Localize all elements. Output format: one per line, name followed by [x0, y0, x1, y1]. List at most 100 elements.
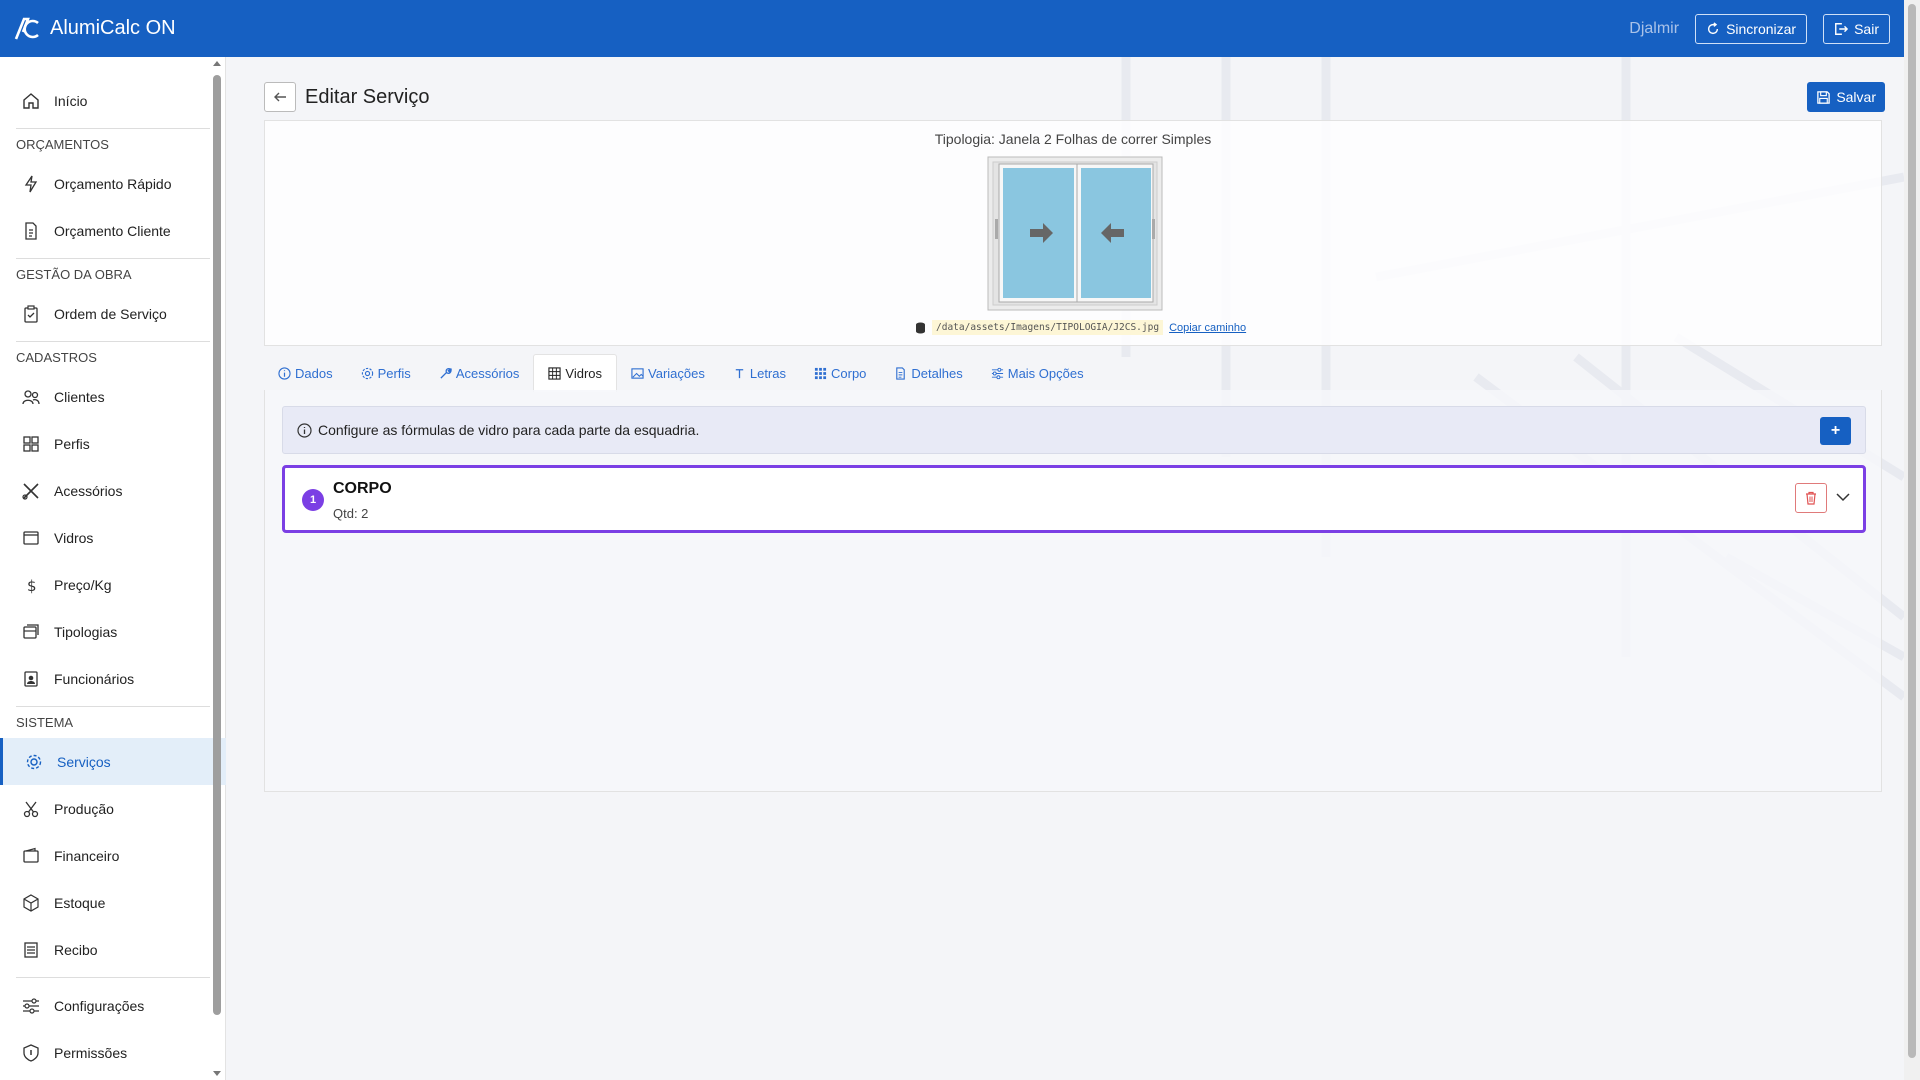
tab-vidros[interactable]: Vidros [533, 354, 618, 392]
sidebar-scrollbar-thumb[interactable] [213, 75, 221, 1015]
sidebar-section-gestao: GESTÃO DA OBRA [16, 258, 210, 290]
save-button[interactable]: Salvar [1807, 82, 1885, 112]
tab-detalhes[interactable]: Detalhes [880, 354, 976, 392]
receipt-icon [24, 941, 38, 958]
sidebar-item-inicio[interactable]: Início [16, 77, 210, 124]
sidebar-item-recibo[interactable]: Recibo [16, 926, 210, 973]
info-icon [297, 422, 312, 438]
users-icon [22, 389, 40, 404]
sliding-window-image [987, 156, 1163, 311]
brand[interactable]: AlumiCalc ON [14, 16, 176, 42]
dollar-icon: $ [27, 577, 37, 594]
refresh-icon [1708, 21, 1719, 34]
chevron-down-icon [1836, 493, 1850, 502]
tab-acessorios[interactable]: Acessórios [425, 354, 534, 392]
arrow-left-icon [274, 92, 286, 102]
sidebar-section-orcamentos: ORÇAMENTOS [16, 128, 210, 160]
text-icon [735, 368, 744, 378]
app-title: AlumiCalc ON [50, 17, 176, 39]
expand-item-button[interactable] [1833, 487, 1853, 507]
alumicalc-logo-icon [14, 17, 39, 39]
sync-button[interactable]: Sincronizar [1695, 13, 1808, 44]
sliders-icon [991, 367, 1003, 379]
layers-icon [23, 623, 39, 639]
logout-button[interactable]: Sair [1823, 13, 1890, 44]
sidebar-item-perfis[interactable]: Perfis [16, 420, 210, 467]
sidebar-item-orcamento-rapido[interactable]: Orçamento Rápido [16, 160, 210, 207]
sidebar-divider [16, 977, 210, 978]
tab-mais-opcoes[interactable]: Mais Opções [977, 354, 1098, 392]
gear-icon [26, 754, 42, 769]
database-icon [916, 322, 925, 333]
sidebar-item-funcionarios[interactable]: Funcionários [16, 655, 210, 702]
page-scrollbar-thumb[interactable] [1908, 4, 1916, 1058]
document-icon [896, 366, 906, 380]
home-icon [23, 92, 39, 109]
grid-icon [548, 367, 562, 380]
box-icon [23, 893, 39, 912]
tab-perfis[interactable]: Perfis [347, 354, 425, 392]
scroll-down-arrow-icon[interactable] [213, 1071, 221, 1076]
sidebar-section-sistema: SISTEMA [16, 706, 210, 738]
item-title: CORPO [333, 480, 392, 497]
page-header: Editar Serviço [264, 82, 430, 112]
sidebar-item-vidros[interactable]: Vidros [16, 514, 210, 561]
sidebar-section-cadastros: CADASTROS [16, 341, 210, 373]
back-button[interactable] [264, 82, 296, 112]
floppy-disk-icon [1817, 90, 1831, 104]
image-path-row: /data/assets/Imagens/TIPOLOGIA/J2CS.jpg … [915, 320, 1246, 335]
tab-letras[interactable]: Letras [719, 354, 800, 392]
sidebar-item-estoque[interactable]: Estoque [16, 879, 210, 926]
shield-icon [23, 1043, 39, 1062]
main-content: Editar Serviço Salvar Tipologia: Janela … [226, 57, 1904, 1080]
item-index-badge: 1 [302, 489, 324, 511]
page-title: Editar Serviço [305, 85, 430, 108]
sliders-icon [23, 997, 39, 1014]
sidebar: Início ORÇAMENTOS Orçamento Rápido Orçam… [0, 57, 226, 1080]
trash-icon [1806, 491, 1816, 505]
lightning-icon [24, 175, 38, 192]
document-dollar-icon [25, 221, 37, 240]
scroll-up-arrow-icon[interactable] [213, 61, 221, 66]
clipboard-check-icon [24, 304, 38, 323]
sidebar-item-clientes[interactable]: Clientes [16, 373, 210, 420]
tools-icon [22, 482, 39, 500]
tab-corpo[interactable]: Corpo [800, 354, 880, 392]
tipologia-preview: Tipologia: Janela 2 Folhas de correr Sim… [264, 120, 1882, 346]
sidebar-scrollbar[interactable] [211, 57, 223, 1080]
page-scrollbar[interactable] [1904, 0, 1920, 1080]
sidebar-item-preco-kg[interactable]: $ Preço/Kg [16, 561, 210, 608]
grid-blocks-icon [23, 435, 39, 452]
sidebar-item-acessorios[interactable]: Acessórios [16, 467, 210, 514]
user-name: Djalmir [1629, 19, 1680, 37]
badge-person-icon [24, 670, 38, 687]
window-icon [23, 530, 39, 545]
sidebar-item-producao[interactable]: Produção [16, 785, 210, 832]
sidebar-item-ordem-servico[interactable]: Ordem de Serviço [16, 290, 210, 337]
vidro-item-card[interactable]: 1 CORPO Qtd: 2 [282, 465, 1866, 533]
delete-item-button[interactable] [1795, 483, 1827, 513]
logout-icon [1835, 22, 1849, 35]
top-bar: AlumiCalc ON Djalmir Sincronizar Sair [0, 0, 1904, 57]
wrench-icon [440, 367, 452, 379]
sidebar-item-permissoes[interactable]: Permissões [16, 1029, 210, 1076]
image-path: /data/assets/Imagens/TIPOLOGIA/J2CS.jpg [932, 320, 1164, 335]
info-icon [278, 366, 291, 380]
gear-icon [361, 367, 373, 379]
tab-variacoes[interactable]: Variações [617, 354, 719, 392]
sidebar-item-financeiro[interactable]: Financeiro [16, 832, 210, 879]
wallet-icon [23, 847, 39, 863]
add-vidro-button[interactable]: + [1820, 417, 1851, 445]
scissors-icon [23, 801, 39, 817]
vidros-panel: Configure as fórmulas de vidro para cada… [264, 390, 1882, 792]
sidebar-item-servicos[interactable]: Serviços [0, 738, 226, 785]
tipologia-label: Tipologia: Janela 2 Folhas de correr Sim… [934, 131, 1212, 147]
sidebar-item-tipologias[interactable]: Tipologias [16, 608, 210, 655]
sidebar-item-orcamento-cliente[interactable]: Orçamento Cliente [16, 207, 210, 254]
tab-dados[interactable]: Dados [264, 354, 347, 392]
copy-path-link[interactable]: Copiar caminho [1169, 322, 1246, 334]
info-text: Configure as fórmulas de vidro para cada… [318, 422, 700, 438]
tab-bar: Dados Perfis Acessórios Vidros Variações… [264, 354, 1098, 392]
dots-grid-icon [814, 367, 827, 379]
sidebar-item-configuracoes[interactable]: Configurações [16, 982, 210, 1029]
